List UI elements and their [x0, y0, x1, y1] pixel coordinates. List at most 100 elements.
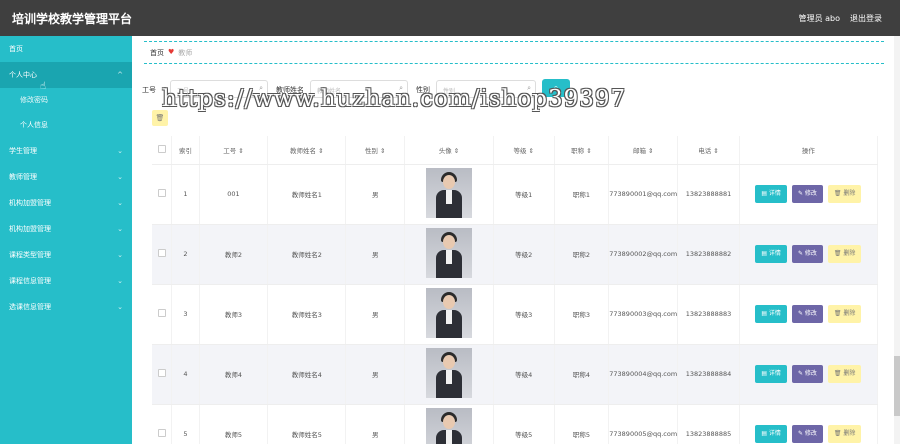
sidebar-item-home[interactable]: 首页 [0, 36, 132, 62]
sidebar-item-institutions[interactable]: 机构加盟管理 ⌄ [0, 190, 132, 216]
teacher-name-input[interactable]: 教师姓名 ⌕ [310, 80, 408, 98]
sidebar-item-enrollment[interactable]: 选课信息管理 ⌄ [0, 294, 132, 320]
row-checkbox[interactable] [152, 404, 173, 444]
column-header[interactable]: 等级 ⇕ [493, 136, 555, 165]
column-header[interactable]: 教师姓名 ⇕ [267, 136, 347, 165]
gender-input[interactable]: 性别 ⌕ [436, 80, 536, 98]
cell-level: 等级1 [493, 164, 555, 225]
cell-avatar [404, 224, 494, 285]
row-checkbox[interactable] [152, 164, 173, 225]
cell-actions: ▤ 详情 ✎ 修改 🗑 删除 [739, 224, 879, 285]
avatar [425, 348, 472, 398]
row-checkbox[interactable] [152, 284, 173, 345]
cell-title: 职称1 [554, 164, 610, 225]
search-icon: ⌕ [259, 84, 263, 92]
scrollbar-thumb[interactable] [894, 356, 900, 416]
cell-title: 职称4 [554, 344, 610, 405]
cell-gender: 男 [345, 164, 406, 225]
row-checkbox[interactable] [152, 224, 173, 285]
detail-button[interactable]: ▤ 详情 [755, 305, 787, 323]
delete-button[interactable]: 🗑 删除 [827, 365, 862, 383]
sidebar: 首页 个人中心 ^ 修改密码 个人信息 学生管理 ⌄ 教师管理 ⌄ 机构加盟管理 ⌄ 机… [0, 36, 132, 444]
sidebar-item-personal-center[interactable]: 个人中心 ^ [0, 62, 132, 88]
delete-button[interactable]: 🗑 删除 [827, 185, 862, 203]
page-scrollbar[interactable] [894, 36, 900, 444]
chevron-down-icon: ⌄ [117, 199, 123, 207]
cell-level: 等级5 [493, 404, 555, 444]
table-row: 3 教师3 教师姓名3 男 等级3 职称3 773890003@qq.com 1… [152, 284, 879, 345]
teacher-no-input[interactable]: 工号 ⌕ [170, 80, 268, 98]
sidebar-subitem-change-password[interactable]: 修改密码 [0, 88, 132, 113]
cell-avatar [404, 164, 494, 225]
search-icon: ⌕ [527, 84, 531, 92]
cell-level: 等级4 [493, 344, 555, 405]
cell-index: 5 [171, 404, 200, 444]
cell-no: 教师5 [199, 404, 269, 444]
table-header-row: 索引 工号 ⇕ 教师姓名 ⇕ 性别 ⇕ 头像 ⇕ 等级 ⇕ 职称 ⇕ 邮箱 ⇕ … [152, 136, 879, 165]
edit-button[interactable]: ✎ 修改 [791, 425, 823, 443]
cell-gender: 男 [345, 404, 406, 444]
detail-button[interactable]: ▤ 详情 [755, 185, 787, 203]
chevron-up-icon: ^ [117, 71, 123, 79]
cell-email: 773890003@qq.com [608, 284, 679, 345]
cell-avatar [404, 404, 494, 444]
column-header[interactable]: 工号 ⇕ [199, 136, 269, 165]
edit-button[interactable]: ✎ 修改 [791, 365, 823, 383]
search-label-name: 教师姓名 [276, 86, 304, 94]
delete-button[interactable]: 🗑 删除 [827, 245, 862, 263]
cell-phone: 13823888882 [677, 224, 740, 285]
chevron-down-icon: ⌄ [117, 147, 123, 155]
detail-button[interactable]: ▤ 详情 [755, 365, 787, 383]
table-row: 5 教师5 教师姓名5 男 等级5 职称5 773890005@qq.com 1… [152, 404, 879, 444]
app-title: 培训学校教学管理平台 [12, 12, 133, 26]
divider [144, 63, 884, 64]
cell-title: 职称5 [554, 404, 610, 444]
edit-button[interactable]: ✎ 修改 [791, 305, 823, 323]
breadcrumb-home[interactable]: 首页 [150, 48, 164, 58]
column-header[interactable]: 电话 ⇕ [677, 136, 740, 165]
cell-actions: ▤ 详情 ✎ 修改 🗑 删除 [739, 284, 879, 345]
column-header[interactable]: 头像 ⇕ [404, 136, 494, 165]
edit-button[interactable]: ✎ 修改 [791, 245, 823, 263]
column-header[interactable]: 职称 ⇕ [554, 136, 610, 165]
logout-link[interactable]: 退出登录 [850, 13, 882, 24]
edit-button[interactable]: ✎ 修改 [791, 185, 823, 203]
chevron-down-icon: ⌄ [117, 225, 123, 233]
detail-button[interactable]: ▤ 详情 [755, 245, 787, 263]
row-checkbox[interactable] [152, 344, 173, 405]
cell-title: 职称2 [554, 224, 610, 285]
sidebar-item-course-info[interactable]: 课程信息管理 ⌄ [0, 268, 132, 294]
cell-no: 教师2 [199, 224, 269, 285]
cell-name: 教师姓名2 [267, 224, 347, 285]
delete-button[interactable]: 🗑 删除 [827, 425, 862, 443]
cell-no: 教师4 [199, 344, 269, 405]
sidebar-item-students[interactable]: 学生管理 ⌄ [0, 138, 132, 164]
cell-actions: ▤ 详情 ✎ 修改 🗑 删除 [739, 164, 879, 225]
batch-delete-button[interactable]: 🗑 [152, 110, 168, 126]
column-header[interactable]: 邮箱 ⇕ [608, 136, 679, 165]
cell-index: 3 [171, 284, 200, 345]
cell-email: 773890005@qq.com [608, 404, 679, 444]
admin-label: 管理员 abo [798, 14, 840, 23]
chevron-down-icon: ⌄ [117, 173, 123, 181]
avatar [425, 168, 472, 218]
delete-button[interactable]: 🗑 删除 [827, 305, 862, 323]
column-header[interactable]: 性别 ⇕ [345, 136, 406, 165]
detail-button[interactable]: ▤ 详情 [755, 425, 787, 443]
cell-gender: 男 [345, 284, 406, 345]
cell-email: 773890002@qq.com [608, 224, 679, 285]
cell-level: 等级3 [493, 284, 555, 345]
cell-gender: 男 [345, 224, 406, 285]
select-all-checkbox[interactable] [152, 136, 173, 165]
table-row: 2 教师2 教师姓名2 男 等级2 职称2 773890002@qq.com 1… [152, 224, 879, 285]
cell-email: 773890004@qq.com [608, 344, 679, 405]
table-row: 1 001 教师姓名1 男 等级1 职称1 773890001@qq.com 1… [152, 164, 879, 225]
sidebar-item-institutions-2[interactable]: 机构加盟管理 ⌄ [0, 216, 132, 242]
sidebar-item-teachers[interactable]: 教师管理 ⌄ [0, 164, 132, 190]
chevron-down-icon: ⌄ [117, 303, 123, 311]
sidebar-subitem-profile[interactable]: 个人信息 [0, 113, 132, 138]
cell-avatar [404, 344, 494, 405]
search-button[interactable]: ⌕ [542, 79, 570, 97]
sidebar-item-course-types[interactable]: 课程类型管理 ⌄ [0, 242, 132, 268]
cell-no: 教师3 [199, 284, 269, 345]
